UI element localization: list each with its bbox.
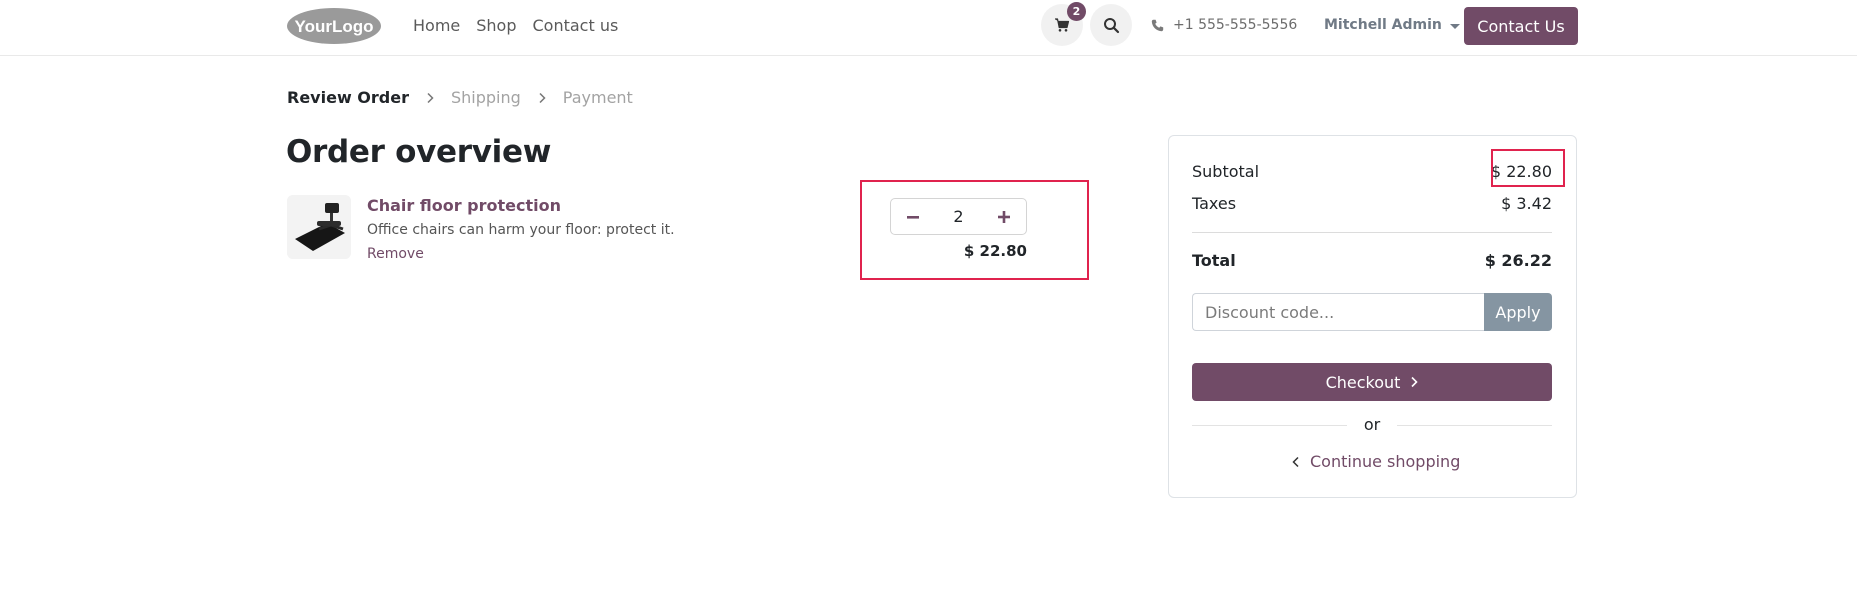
caret-down-icon — [1449, 23, 1460, 29]
apply-button[interactable]: Apply — [1484, 293, 1552, 331]
phone-icon — [1151, 19, 1164, 31]
summary-divider — [1192, 232, 1552, 233]
checkout-button[interactable]: Checkout — [1192, 363, 1552, 401]
step-review-order: Review Order — [287, 88, 409, 107]
site-header: YourLogo Home Shop Contact us 2 +1 555-5… — [0, 0, 1857, 56]
page-title: Order overview — [286, 134, 552, 170]
phone-contact[interactable]: +1 555-555-5556 — [1151, 17, 1297, 33]
cart-count-badge: 2 — [1067, 2, 1086, 21]
search-icon — [1103, 17, 1119, 33]
subtotal-label: Subtotal — [1192, 162, 1260, 181]
taxes-value: $ 3.42 — [1501, 194, 1552, 213]
search-button[interactable] — [1090, 4, 1132, 46]
total-label: Total — [1192, 251, 1236, 270]
total-value: $ 26.22 — [1484, 251, 1552, 270]
or-divider-right — [1397, 425, 1552, 426]
continue-shopping-link[interactable]: Continue shopping — [1292, 452, 1460, 471]
quantity-stepper[interactable]: 2 — [890, 198, 1027, 235]
cart-icon — [1055, 18, 1070, 32]
chair-mat-image — [287, 195, 351, 259]
company-logo[interactable]: YourLogo — [286, 6, 382, 46]
chevron-left-icon — [1292, 456, 1299, 467]
discount-code-input[interactable] — [1192, 293, 1484, 331]
step-shipping[interactable]: Shipping — [451, 88, 521, 107]
continue-shopping-label: Continue shopping — [1310, 452, 1461, 471]
nav-home[interactable]: Home — [413, 16, 460, 35]
chevron-right-icon — [426, 92, 434, 104]
total-row: Total $ 26.22 — [1192, 251, 1552, 270]
phone-number: +1 555-555-5556 — [1173, 17, 1298, 33]
or-divider-left — [1192, 425, 1347, 426]
nav-contact-us[interactable]: Contact us — [533, 16, 619, 35]
taxes-label: Taxes — [1192, 194, 1237, 213]
taxes-row: Taxes $ 3.42 — [1192, 194, 1552, 213]
checkout-label: Checkout — [1325, 372, 1401, 392]
contact-us-button[interactable]: Contact Us — [1464, 7, 1578, 45]
product-description: Office chairs can harm your floor: prote… — [367, 222, 675, 238]
user-menu[interactable]: Mitchell Admin — [1324, 17, 1460, 33]
plus-icon[interactable] — [994, 207, 1014, 227]
main-nav: Home Shop Contact us — [413, 16, 618, 35]
product-image[interactable] — [287, 195, 351, 259]
nav-shop[interactable]: Shop — [476, 16, 516, 35]
line-total-price: $ 22.80 — [963, 242, 1027, 260]
discount-form: Apply — [1192, 293, 1552, 331]
subtotal-highlight-box — [1491, 149, 1565, 187]
or-label: or — [1363, 415, 1381, 434]
minus-icon[interactable] — [903, 207, 923, 227]
remove-link[interactable]: Remove — [367, 246, 424, 262]
checkout-breadcrumb: Review Order Shipping Payment — [287, 88, 633, 107]
chevron-right-icon — [538, 92, 546, 104]
quantity-value[interactable]: 2 — [953, 207, 963, 226]
chevron-right-icon — [1411, 376, 1419, 388]
product-name[interactable]: Chair floor protection — [367, 196, 561, 215]
step-payment[interactable]: Payment — [563, 88, 633, 107]
logo-text: YourLogo — [295, 17, 374, 36]
user-name: Mitchell Admin — [1324, 17, 1442, 33]
